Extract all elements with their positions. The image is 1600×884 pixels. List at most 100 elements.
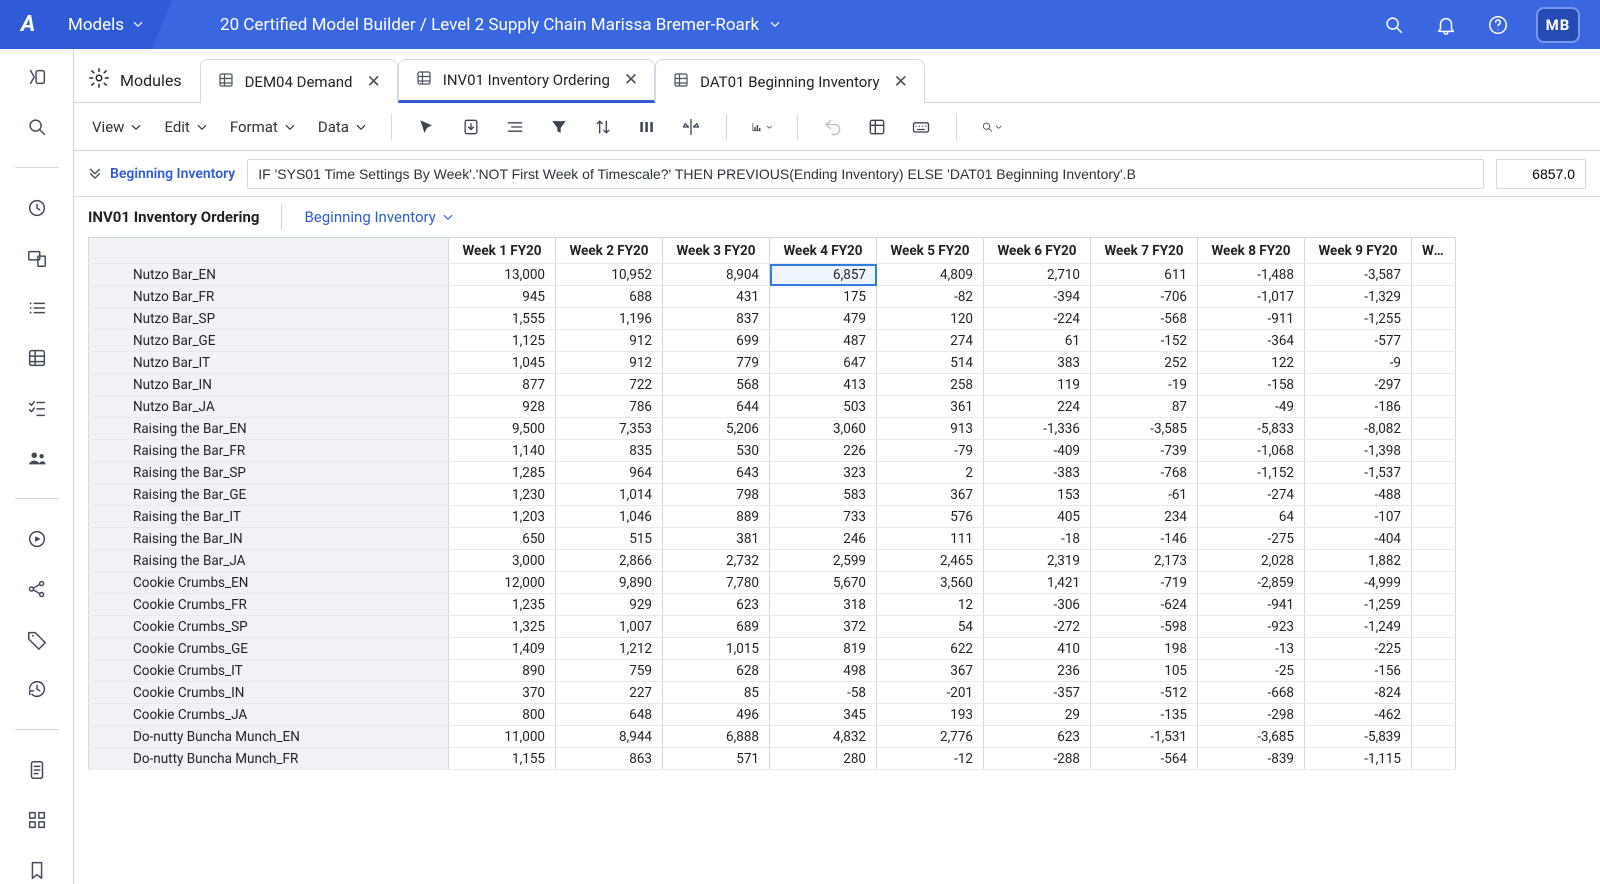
table-row[interactable]: Raising the Bar_IN650515381246111-18-146… — [89, 528, 1456, 550]
data-cell[interactable]: 928 — [449, 396, 556, 418]
table-row[interactable]: Nutzo Bar_FR945688431175-82-394-706-1,01… — [89, 286, 1456, 308]
data-cell[interactable]: -5,839 — [1305, 726, 1412, 748]
data-cell[interactable]: -364 — [1198, 330, 1305, 352]
row-header[interactable]: Cookie Crumbs_EN — [89, 572, 449, 594]
data-cell[interactable]: -394 — [984, 286, 1091, 308]
panel-toggle-icon[interactable] — [23, 63, 51, 91]
apps-icon[interactable] — [23, 806, 51, 834]
data-cell[interactable]: 759 — [556, 660, 663, 682]
data-cell[interactable]: 623 — [663, 594, 770, 616]
data-cell[interactable]: 689 — [663, 616, 770, 638]
data-cell[interactable]: -1,531 — [1091, 726, 1198, 748]
data-cell[interactable]: 6,888 — [663, 726, 770, 748]
data-cell[interactable]: -941 — [1198, 594, 1305, 616]
menu-view[interactable]: View — [92, 118, 142, 136]
data-cell[interactable]: 1,325 — [449, 616, 556, 638]
search-icon[interactable] — [23, 113, 51, 141]
table-row[interactable]: Nutzo Bar_SP1,5551,196837479120-224-568-… — [89, 308, 1456, 330]
column-header[interactable]: Week 6 FY20 — [984, 238, 1091, 264]
column-header[interactable]: Week 4 FY20 — [770, 238, 877, 264]
data-cell[interactable]: 837 — [663, 308, 770, 330]
data-cell[interactable]: -1,255 — [1305, 308, 1412, 330]
data-cell[interactable]: 1,046 — [556, 506, 663, 528]
table-row[interactable]: Nutzo Bar_JA92878664450336122487-49-186 — [89, 396, 1456, 418]
column-header[interactable]: Week 8 FY20 — [1198, 238, 1305, 264]
table-row[interactable]: Cookie Crumbs_EN12,0009,8907,7805,6703,5… — [89, 572, 1456, 594]
row-header[interactable]: Do-nutty Buncha Munch_EN — [89, 726, 449, 748]
data-cell[interactable]: 583 — [770, 484, 877, 506]
data-cell[interactable]: 622 — [877, 638, 984, 660]
data-cell[interactable]: 3,060 — [770, 418, 877, 440]
data-cell[interactable]: 413 — [770, 374, 877, 396]
table-row[interactable]: Cookie Crumbs_JA80064849634519329-135-29… — [89, 704, 1456, 726]
table-row[interactable]: Raising the Bar_SP1,2859646433232-383-76… — [89, 462, 1456, 484]
data-cell[interactable]: -911 — [1198, 308, 1305, 330]
keyboard-icon[interactable] — [910, 116, 932, 138]
menu-format[interactable]: Format — [230, 118, 296, 136]
data-cell[interactable]: -158 — [1198, 374, 1305, 396]
data-cell[interactable]: 1,007 — [556, 616, 663, 638]
data-cell[interactable] — [1412, 286, 1456, 308]
data-cell[interactable]: 2,465 — [877, 550, 984, 572]
column-header-overflow[interactable]: Wee — [1412, 238, 1456, 264]
data-cell[interactable]: 623 — [984, 726, 1091, 748]
column-header[interactable]: Week 9 FY20 — [1305, 238, 1412, 264]
data-cell[interactable]: -13 — [1198, 638, 1305, 660]
data-cell[interactable]: 688 — [556, 286, 663, 308]
data-cell[interactable]: -18 — [984, 528, 1091, 550]
data-cell[interactable] — [1412, 264, 1456, 286]
table-row[interactable]: Cookie Crumbs_IN37022785-58-201-357-512-… — [89, 682, 1456, 704]
data-cell[interactable]: -61 — [1091, 484, 1198, 506]
data-cell[interactable] — [1412, 638, 1456, 660]
data-cell[interactable]: 530 — [663, 440, 770, 462]
expand-icon[interactable] — [88, 165, 102, 183]
data-cell[interactable]: 227 — [556, 682, 663, 704]
data-cell[interactable]: -1,488 — [1198, 264, 1305, 286]
row-header[interactable]: Cookie Crumbs_FR — [89, 594, 449, 616]
users-icon[interactable] — [23, 444, 51, 472]
row-header[interactable]: Raising the Bar_SP — [89, 462, 449, 484]
data-grid[interactable]: Week 1 FY20Week 2 FY20Week 3 FY20Week 4 … — [88, 237, 1456, 770]
data-cell[interactable]: 9,890 — [556, 572, 663, 594]
data-cell[interactable]: 779 — [663, 352, 770, 374]
data-cell[interactable]: 2,732 — [663, 550, 770, 572]
data-cell[interactable]: 889 — [663, 506, 770, 528]
data-cell[interactable]: 361 — [877, 396, 984, 418]
copy-down-icon[interactable] — [460, 116, 482, 138]
row-header[interactable]: Nutzo Bar_EN — [89, 264, 449, 286]
data-cell[interactable]: 1,125 — [449, 330, 556, 352]
data-cell[interactable]: -288 — [984, 748, 1091, 770]
data-cell[interactable]: -706 — [1091, 286, 1198, 308]
grid-icon[interactable] — [23, 344, 51, 372]
data-cell[interactable]: 650 — [449, 528, 556, 550]
help-icon[interactable] — [1484, 11, 1512, 39]
data-cell[interactable] — [1412, 396, 1456, 418]
data-cell[interactable]: 12 — [877, 594, 984, 616]
table-row[interactable]: Nutzo Bar_EN13,00010,952▾8,9046,8574,809… — [89, 264, 1456, 286]
data-cell[interactable]: 4,809 — [877, 264, 984, 286]
data-cell[interactable]: 410 — [984, 638, 1091, 660]
data-cell[interactable] — [1412, 704, 1456, 726]
data-cell[interactable]: 10,952▾ — [556, 264, 663, 286]
data-cell[interactable]: 487 — [770, 330, 877, 352]
filter-icon[interactable] — [548, 116, 570, 138]
data-cell[interactable]: -201 — [877, 682, 984, 704]
data-cell[interactable]: -577 — [1305, 330, 1412, 352]
data-cell[interactable]: -409 — [984, 440, 1091, 462]
data-cell[interactable]: -598 — [1091, 616, 1198, 638]
data-cell[interactable]: 1,555 — [449, 308, 556, 330]
data-cell[interactable]: 503 — [770, 396, 877, 418]
data-cell[interactable] — [1412, 440, 1456, 462]
data-cell[interactable] — [1412, 484, 1456, 506]
grid-container[interactable]: Week 1 FY20Week 2 FY20Week 3 FY20Week 4 … — [74, 237, 1600, 884]
column-header[interactable]: Week 5 FY20 — [877, 238, 984, 264]
table-row[interactable]: Do-nutty Buncha Munch_FR1,155863571280-1… — [89, 748, 1456, 770]
document-icon[interactable] — [23, 756, 51, 784]
zoom-icon[interactable] — [981, 116, 1003, 138]
data-cell[interactable]: 628 — [663, 660, 770, 682]
data-cell[interactable]: 2,866 — [556, 550, 663, 572]
data-cell[interactable]: 576 — [877, 506, 984, 528]
data-cell[interactable]: 224 — [984, 396, 1091, 418]
table-row[interactable]: Cookie Crumbs_FR1,23592962331812-306-624… — [89, 594, 1456, 616]
tab-dat01-beginning-inventory[interactable]: DAT01 Beginning Inventory✕ — [655, 59, 925, 103]
